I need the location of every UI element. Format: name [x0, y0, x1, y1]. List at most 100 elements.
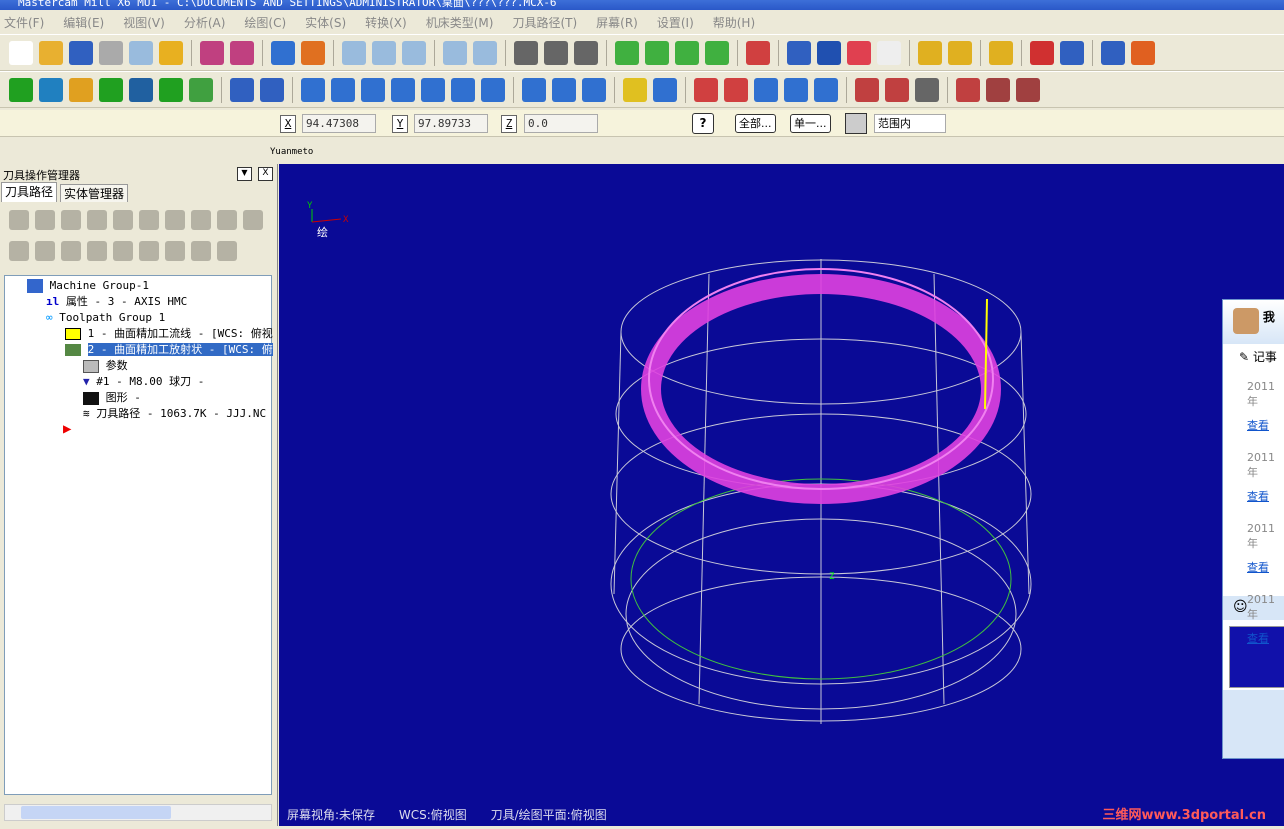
eraser-icon[interactable]	[847, 40, 871, 65]
save-icon[interactable]	[69, 40, 93, 65]
undo-icon[interactable]	[200, 40, 224, 65]
check-icon[interactable]	[9, 210, 29, 230]
down-icon[interactable]	[87, 241, 107, 261]
circle-icon[interactable]	[69, 77, 93, 102]
open-icon[interactable]	[39, 40, 63, 65]
eraser-outline-icon[interactable]	[877, 40, 901, 65]
sphere-icon[interactable]	[817, 40, 841, 65]
insert-arrow-icon[interactable]: ▶	[63, 421, 71, 437]
pencil-icon[interactable]	[918, 40, 942, 65]
cube-side-icon[interactable]	[675, 40, 699, 65]
box-icon[interactable]	[915, 77, 939, 102]
edit-icon[interactable]	[217, 210, 237, 230]
menu-xform[interactable]: 转换(X)	[365, 14, 407, 31]
tab-solids[interactable]: 实体管理器	[60, 184, 129, 202]
help-icon[interactable]	[243, 210, 263, 230]
view-link[interactable]: 查看	[1247, 409, 1284, 433]
zoom-window-icon[interactable]	[342, 40, 366, 65]
tool-blue-icon[interactable]	[784, 77, 808, 102]
menu-edit[interactable]: 编辑(E)	[63, 14, 104, 31]
stock-icon[interactable]	[814, 77, 838, 102]
menu-help[interactable]: 帮助(H)	[713, 14, 755, 31]
polyline-icon[interactable]	[159, 77, 183, 102]
trim2-icon[interactable]	[260, 77, 284, 102]
menu-analyze[interactable]: 分析(A)	[184, 14, 226, 31]
redo-icon[interactable]	[230, 40, 254, 65]
trim-icon[interactable]	[230, 77, 254, 102]
avatar[interactable]	[1233, 308, 1259, 334]
dimension-icon[interactable]	[653, 77, 677, 102]
menu-machine-type[interactable]: 机床类型(M)	[426, 14, 494, 31]
preview-icon[interactable]	[129, 40, 153, 65]
all-button[interactable]: 全部...	[735, 114, 776, 133]
wave-icon[interactable]	[35, 241, 55, 261]
grid-red-icon[interactable]	[694, 77, 718, 102]
menu-solids[interactable]: 实体(S)	[305, 14, 346, 31]
dropdown-icon[interactable]: ▼	[237, 167, 252, 181]
tab-toolpaths[interactable]: 刀具路径	[1, 182, 58, 202]
tree-item-machine-group[interactable]: Machine Group-1	[11, 278, 149, 294]
xform3-icon[interactable]	[361, 77, 385, 102]
lock2-icon[interactable]	[61, 241, 81, 261]
hatch-icon[interactable]	[948, 40, 972, 65]
mirror-icon[interactable]	[391, 77, 415, 102]
grid-icon[interactable]	[1060, 40, 1084, 65]
cube-iso-icon[interactable]	[705, 40, 729, 65]
drag-icon[interactable]	[582, 77, 606, 102]
cube-top-icon[interactable]	[615, 40, 639, 65]
z-field[interactable]: 0.0	[524, 114, 598, 133]
verify-icon[interactable]	[885, 77, 909, 102]
post-icon[interactable]	[1016, 77, 1040, 102]
cylinder-icon[interactable]	[189, 77, 213, 102]
analyze2-icon[interactable]	[544, 40, 568, 65]
menu-screen[interactable]: 屏幕(R)	[596, 14, 638, 31]
notes-tab[interactable]: ✎ 记事	[1223, 344, 1284, 370]
tree-item-toolpath[interactable]: ≋ 刀具路径 - 1063.7K - JJJ.NC	[83, 406, 266, 422]
tree-item-toolpath-group[interactable]: ∞ Toolpath Group 1	[30, 310, 165, 326]
pan-icon[interactable]	[271, 40, 295, 65]
tree-item-params[interactable]: 参数	[83, 358, 128, 374]
tree-item-op1[interactable]: 1 - 曲面精加工流线 - [WCS: 俯视	[49, 326, 273, 342]
check-x-icon[interactable]	[35, 210, 55, 230]
settings-icon[interactable]	[1131, 40, 1155, 65]
menu-view[interactable]: 视图(V)	[123, 14, 165, 31]
xform2-icon[interactable]	[331, 77, 355, 102]
bulb-icon[interactable]	[623, 77, 647, 102]
offset-icon[interactable]	[451, 77, 475, 102]
globe-icon[interactable]	[787, 40, 811, 65]
translate-icon[interactable]	[522, 77, 546, 102]
unzoom-icon[interactable]	[443, 40, 467, 65]
xform1-icon[interactable]	[301, 77, 325, 102]
x-field[interactable]: 94.47308	[302, 114, 376, 133]
lock-icon[interactable]	[9, 241, 29, 261]
zoom-target-icon[interactable]	[372, 40, 396, 65]
highlighter-icon[interactable]	[159, 40, 183, 65]
range-select[interactable]: 范围内	[874, 114, 946, 133]
array-icon[interactable]	[552, 77, 576, 102]
tools-icon[interactable]	[1101, 40, 1125, 65]
fit-icon[interactable]	[301, 40, 325, 65]
zoom-in-icon[interactable]	[402, 40, 426, 65]
close-icon[interactable]: X	[258, 167, 273, 181]
view-link[interactable]: 查看	[1247, 480, 1284, 504]
stop-icon[interactable]	[113, 210, 133, 230]
tree-item-op2[interactable]: 2 - 曲面精加工放射状 - [WCS: 俯	[49, 342, 273, 358]
link-icon[interactable]	[217, 241, 237, 261]
add-point-icon[interactable]	[9, 77, 33, 102]
graphics-viewport[interactable]: Y X 绘 Z 屏幕视角:未保存 WCS:俯视图 刀具/绘图平面:俯视图 三维网…	[279, 164, 1284, 826]
cube-front-icon[interactable]	[645, 40, 669, 65]
single-button[interactable]: 单一...	[790, 114, 831, 133]
cube-view-icon[interactable]	[956, 77, 980, 102]
tree-item-tool[interactable]: ▼ #1 - M8.00 球刀 -	[83, 374, 204, 390]
simulate-icon[interactable]	[855, 77, 879, 102]
menu-settings[interactable]: 设置(I)	[657, 14, 694, 31]
menu-file[interactable]: 文件(F)	[4, 14, 44, 31]
help-question-icon[interactable]	[1030, 40, 1054, 65]
analyze-icon[interactable]	[514, 40, 538, 65]
curve-icon[interactable]	[754, 77, 778, 102]
print-icon[interactable]	[99, 40, 123, 65]
rectangle-icon[interactable]	[99, 77, 123, 102]
regen-icon[interactable]	[61, 210, 81, 230]
expand-icon[interactable]	[165, 241, 185, 261]
analyze3-icon[interactable]	[574, 40, 598, 65]
